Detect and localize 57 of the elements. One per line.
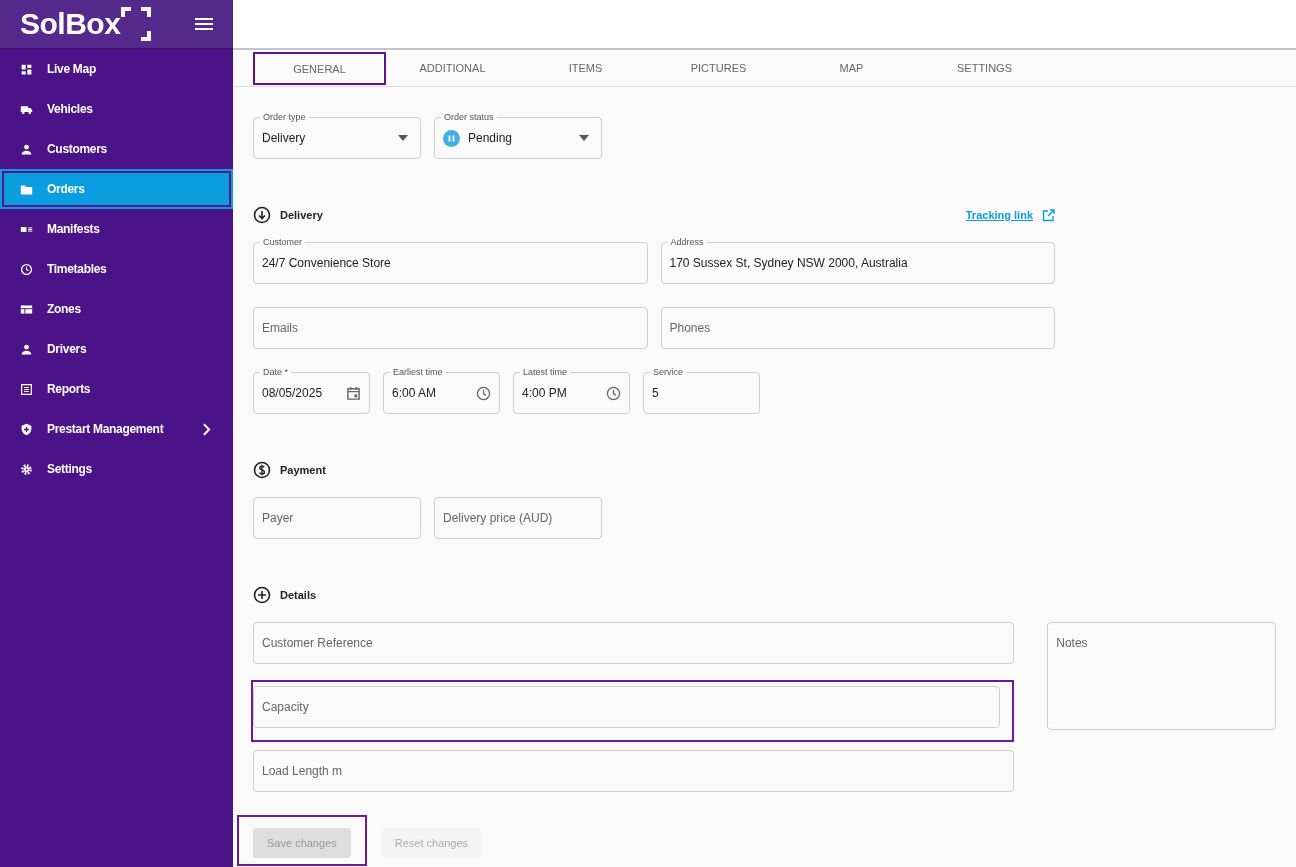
- shield-icon: [20, 422, 33, 436]
- sidebar-item[interactable]: Prestart Management: [0, 409, 233, 449]
- tab[interactable]: GENERAL: [253, 52, 386, 85]
- dashboard-icon: [20, 62, 33, 76]
- folder-icon: [20, 182, 33, 196]
- sidebar-item[interactable]: Vehicles: [0, 89, 233, 129]
- table-icon: [20, 302, 33, 316]
- dropdown-caret-icon[interactable]: [398, 135, 408, 141]
- section-title: Payment: [280, 464, 327, 476]
- dollar-circle-icon: [253, 461, 271, 479]
- notes-field[interactable]: Notes: [1047, 622, 1276, 730]
- input-field[interactable]: Emails: [253, 307, 648, 349]
- sidebar-item[interactable]: Timetables: [0, 249, 233, 289]
- calendar-icon[interactable]: [346, 385, 361, 401]
- list-icon: [20, 382, 33, 396]
- field-label: Earliest time: [390, 366, 446, 378]
- gear-icon: [20, 462, 33, 476]
- person-icon: [20, 342, 33, 356]
- tab[interactable]: MAP: [785, 50, 918, 86]
- field-label: Latest time: [520, 366, 571, 378]
- sidebar-item[interactable]: Manifests: [0, 209, 233, 249]
- field-label: Address: [667, 236, 707, 248]
- logo-text: SolBox: [20, 7, 121, 41]
- pause-status-icon: [443, 129, 460, 147]
- input-field[interactable]: Customer Reference: [253, 622, 1015, 664]
- dropdown-caret-icon[interactable]: [579, 135, 589, 141]
- field-label: Customer: [260, 236, 305, 248]
- tab[interactable]: ITEMS: [519, 50, 652, 86]
- menu-button[interactable]: [195, 17, 213, 31]
- input-field[interactable]: Phones: [660, 307, 1055, 349]
- sidebar-item[interactable]: Drivers: [0, 329, 233, 369]
- field-label: Service: [650, 366, 686, 378]
- input-field[interactable]: Payer: [253, 497, 421, 539]
- field-label: Order type: [260, 111, 309, 123]
- clock-icon[interactable]: [476, 385, 491, 401]
- sidebar-item[interactable]: Reports: [0, 369, 233, 409]
- field-label: Date *: [260, 366, 291, 378]
- section-title: Details: [280, 589, 318, 601]
- sidebar-item[interactable]: Live Map: [0, 49, 233, 89]
- input-field[interactable]: Load Length m: [253, 750, 1015, 792]
- tab[interactable]: SETTINGS: [918, 50, 1051, 86]
- clock-icon[interactable]: [606, 385, 621, 401]
- bracket-frame-icon: [121, 7, 152, 41]
- down-arrow-circle-icon: [253, 206, 271, 224]
- tab[interactable]: ADDITIONAL: [386, 50, 519, 86]
- sidebar-item[interactable]: Settings: [0, 449, 233, 489]
- input-field[interactable]: Capacity: [253, 686, 1001, 728]
- plus-circle-icon: [253, 586, 271, 604]
- sidebar-item[interactable]: Customers: [0, 129, 233, 169]
- person-icon: [20, 142, 33, 156]
- field-label: Order status: [441, 111, 497, 123]
- tab[interactable]: PICTURES: [652, 50, 785, 86]
- clock-icon: [20, 262, 33, 276]
- section-title: Delivery: [280, 209, 324, 221]
- external-link-icon[interactable]: [1042, 208, 1055, 222]
- sidebar-item[interactable]: Zones: [0, 289, 233, 329]
- input-field[interactable]: Delivery price (AUD): [434, 497, 602, 539]
